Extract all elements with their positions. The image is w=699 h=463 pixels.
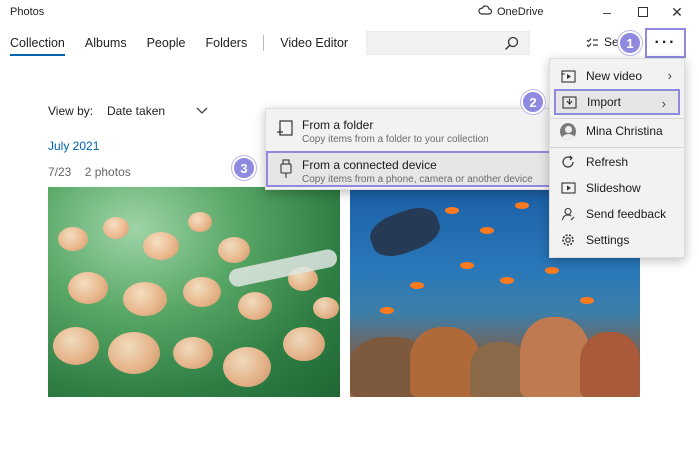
menu-item-import[interactable]: Import › — [554, 89, 680, 115]
usb-icon — [280, 159, 292, 178]
view-by-dropdown[interactable]: Date taken — [107, 104, 165, 118]
photo-detail — [365, 201, 445, 263]
refresh-icon — [560, 154, 576, 170]
view-by-label: View by: — [48, 104, 94, 118]
menu-item-label: Import — [587, 95, 622, 109]
photo-thumbnail-jellyfish[interactable] — [48, 187, 340, 397]
chevron-right-icon: › — [661, 96, 666, 111]
video-icon — [560, 68, 576, 84]
import-from-device[interactable]: From a connected device Copy items from … — [266, 151, 552, 187]
photo-detail — [545, 267, 559, 274]
menu-item-slideshow[interactable]: Slideshow — [550, 175, 684, 201]
photo-detail — [380, 307, 394, 314]
menu-item-label: Refresh — [586, 155, 629, 169]
gear-icon — [560, 232, 576, 248]
onedrive-label: OneDrive — [497, 5, 544, 18]
folder-import-icon — [277, 120, 293, 136]
photo-detail — [515, 202, 529, 209]
photo-detail — [188, 212, 212, 232]
more-options-button[interactable]: ··· — [645, 28, 686, 58]
month-heading[interactable]: July 2021 — [48, 139, 99, 153]
select-button[interactable]: Se — [586, 35, 619, 49]
import-folder-desc: Copy items from a folder to your collect… — [302, 134, 489, 145]
import-folder-title: From a folder — [302, 118, 374, 132]
avatar — [560, 122, 576, 140]
close-button[interactable]: ✕ — [662, 3, 692, 21]
photo-detail — [143, 232, 179, 260]
photo-detail — [283, 327, 325, 361]
chevron-right-icon: › — [667, 68, 672, 83]
menu-item-refresh[interactable]: Refresh — [550, 149, 684, 175]
menu-item-account[interactable]: Mina Christina — [550, 118, 684, 144]
nav-divider — [263, 35, 265, 51]
step-badge-1: 1 — [618, 31, 642, 55]
photo-detail — [53, 327, 99, 365]
menu-item-new-video[interactable]: New video › — [550, 63, 684, 89]
main-nav: Collection Albums People Folders Video E… — [10, 35, 368, 56]
photo-detail — [173, 337, 213, 369]
minimize-button[interactable]: – — [592, 3, 622, 21]
photo-detail — [68, 272, 108, 304]
photo-detail — [58, 227, 88, 251]
search-icon — [505, 36, 519, 50]
step-badge-2: 2 — [521, 90, 545, 114]
menu-item-label: Send feedback — [586, 207, 667, 221]
tab-video-editor[interactable]: Video Editor — [280, 36, 348, 56]
photo-count: 2 photos — [84, 165, 131, 179]
photo-detail — [108, 332, 160, 374]
import-submenu: From a folder Copy items from a folder t… — [265, 108, 552, 190]
import-device-title: From a connected device — [302, 158, 437, 172]
step-badge-3: 3 — [232, 156, 256, 180]
feedback-icon — [560, 206, 576, 222]
tab-people[interactable]: People — [147, 36, 186, 56]
onedrive-status[interactable]: OneDrive — [478, 5, 543, 18]
chevron-down-icon[interactable] — [196, 104, 208, 116]
photo-detail — [183, 277, 221, 307]
menu-item-send-feedback[interactable]: Send feedback — [550, 201, 684, 227]
photo-detail — [103, 217, 129, 239]
menu-item-settings[interactable]: Settings — [550, 227, 684, 253]
photo-detail — [410, 282, 424, 289]
photo-detail — [313, 297, 339, 319]
avatar-wrap — [560, 122, 576, 140]
photo-detail — [223, 347, 271, 387]
minimize-icon: – — [603, 4, 611, 20]
photo-detail — [500, 277, 514, 284]
import-from-folder[interactable]: From a folder Copy items from a folder t… — [266, 111, 551, 149]
app-title: Photos — [10, 6, 45, 18]
menu-item-label: Slideshow — [586, 181, 641, 195]
photo-detail — [580, 332, 640, 397]
photo-detail — [445, 207, 459, 214]
import-device-desc: Copy items from a phone, camera or anoth… — [302, 174, 533, 185]
tab-collection[interactable]: Collection — [10, 36, 65, 56]
photo-detail — [218, 237, 250, 263]
menu-item-label: Mina Christina — [586, 124, 663, 138]
date-label: 7/23 — [48, 165, 72, 179]
photo-detail — [580, 297, 594, 304]
maximize-icon — [638, 7, 648, 17]
photo-detail — [238, 292, 272, 320]
select-icon — [586, 37, 598, 47]
more-options-menu: New video › Import › Mina Christina Refr… — [549, 58, 685, 258]
photo-detail — [123, 282, 167, 316]
cloud-icon — [478, 5, 493, 18]
import-icon — [561, 94, 577, 110]
tab-folders[interactable]: Folders — [206, 36, 248, 56]
menu-item-label: Settings — [586, 233, 630, 247]
slideshow-icon — [560, 180, 576, 196]
photo-detail — [460, 262, 474, 269]
maximize-button[interactable] — [628, 3, 658, 21]
tab-albums[interactable]: Albums — [85, 36, 127, 56]
close-icon: ✕ — [671, 3, 683, 20]
photo-detail — [480, 227, 494, 234]
menu-item-label: New video — [586, 69, 643, 83]
menu-divider — [550, 147, 684, 148]
select-label: Se — [604, 35, 619, 49]
date-group-header: 7/23 2 photos — [48, 165, 131, 179]
search-input[interactable] — [366, 31, 530, 55]
